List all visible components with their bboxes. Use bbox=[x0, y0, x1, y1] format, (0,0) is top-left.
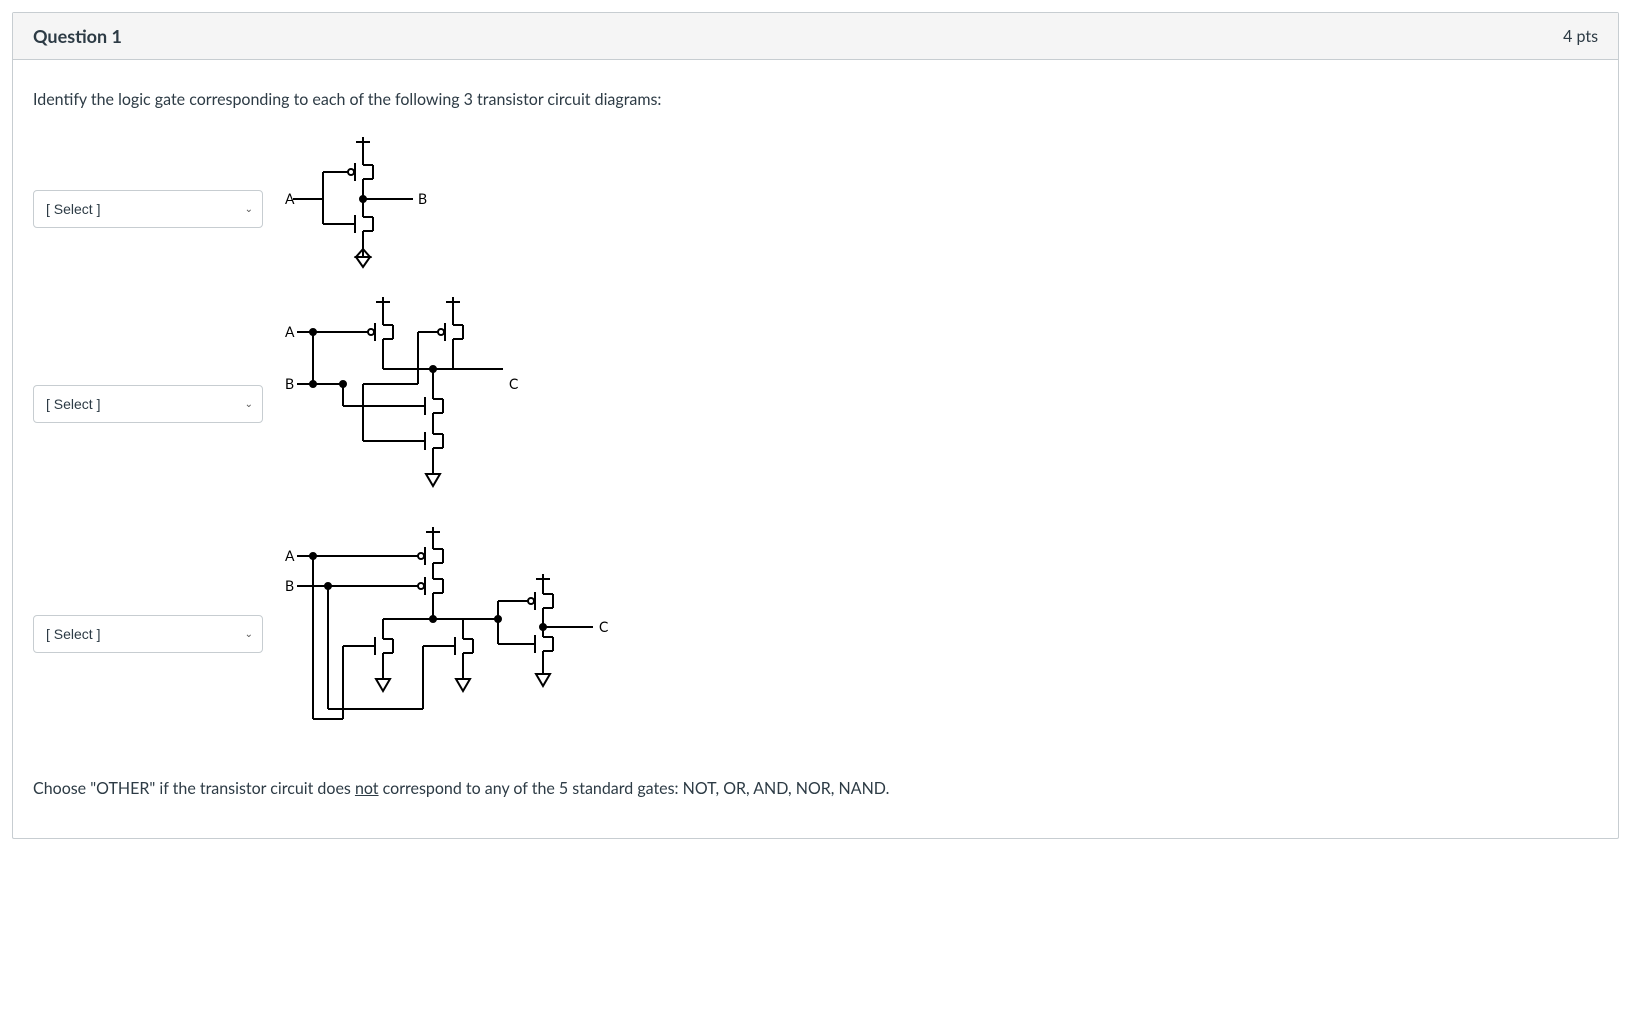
select-gate-2[interactable]: [ Select ]NOTORANDNORNANDOTHER bbox=[33, 385, 263, 423]
circuit-row-2: [ Select ]NOTORANDNORNANDOTHER ⌄ bbox=[33, 289, 1598, 519]
circuit2-label-B: B bbox=[285, 375, 294, 392]
circuit-diagram-1: A B bbox=[283, 129, 453, 289]
circuit3-label-A: A bbox=[285, 547, 295, 564]
select-gate-3[interactable]: [ Select ]NOTORANDNORNANDOTHER bbox=[33, 615, 263, 653]
question-title: Question 1 bbox=[33, 25, 122, 47]
circuit3-label-C: C bbox=[599, 618, 609, 635]
circuit1-label-A: A bbox=[285, 190, 295, 207]
question-header: Question 1 4 pts bbox=[13, 13, 1618, 60]
circuit3-label-B: B bbox=[285, 577, 294, 594]
question-prompt: Identify the logic gate corresponding to… bbox=[33, 90, 1598, 109]
footer-under: not bbox=[355, 779, 379, 798]
circuit1-label-B: B bbox=[418, 190, 427, 207]
circuit-diagram-3: C A B bbox=[283, 519, 623, 749]
select-wrap-2: [ Select ]NOTORANDNORNANDOTHER ⌄ bbox=[33, 385, 263, 423]
question-body: Identify the logic gate corresponding to… bbox=[13, 60, 1618, 838]
circuit-row-3: [ Select ]NOTORANDNORNANDOTHER ⌄ bbox=[33, 519, 1598, 749]
question-points: 4 pts bbox=[1563, 27, 1598, 46]
question-container: Question 1 4 pts Identify the logic gate… bbox=[12, 12, 1619, 839]
circuit-diagram-2: C A bbox=[283, 289, 543, 519]
circuit-row-1: [ Select ]NOTORANDNORNANDOTHER ⌄ bbox=[33, 129, 1598, 289]
footer-post: correspond to any of the 5 standard gate… bbox=[379, 779, 890, 798]
select-gate-1[interactable]: [ Select ]NOTORANDNORNANDOTHER bbox=[33, 190, 263, 228]
circuit2-label-A: A bbox=[285, 323, 295, 340]
circuit2-label-C: C bbox=[509, 375, 519, 392]
select-wrap-1: [ Select ]NOTORANDNORNANDOTHER ⌄ bbox=[33, 190, 263, 228]
select-wrap-3: [ Select ]NOTORANDNORNANDOTHER ⌄ bbox=[33, 615, 263, 653]
footer-pre: Choose "OTHER" if the transistor circuit… bbox=[33, 779, 355, 798]
footer-note: Choose "OTHER" if the transistor circuit… bbox=[33, 779, 1598, 798]
